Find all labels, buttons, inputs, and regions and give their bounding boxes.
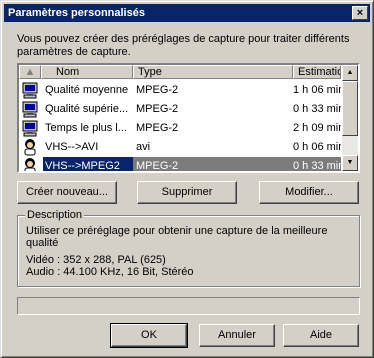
presets-list[interactable]: ▲ Nom Type Estimation Qualité moyenne MP… <box>17 63 360 173</box>
column-estimation[interactable]: Estimation <box>293 65 341 79</box>
description-label: Description <box>25 209 85 221</box>
computer-icon <box>21 119 41 138</box>
item-type: MPEG-2 <box>136 103 179 115</box>
description-text: Utiliser ce préréglage pour obtenir une … <box>26 225 328 249</box>
title-bar[interactable]: Paramètres personnalisés × <box>4 4 370 22</box>
list-header: ▲ Nom Type Estimation <box>19 65 341 79</box>
progress-bar <box>17 297 360 315</box>
vertical-scrollbar[interactable]: ▲ ▼ <box>342 65 358 171</box>
column-name[interactable]: Nom <box>41 65 133 79</box>
item-name: VHS-->MPEG2 <box>43 157 134 171</box>
item-type: avi <box>136 141 151 153</box>
window-title: Paramètres personnalisés <box>8 7 145 19</box>
close-button[interactable]: × <box>352 6 368 20</box>
column-type[interactable]: Type <box>133 65 293 79</box>
item-name: VHS-->AVI <box>45 141 99 153</box>
person-icon <box>21 138 41 157</box>
audio-spec: Audio : 44.100 KHz, 16 Bit, Stéréo <box>26 266 194 278</box>
dialog-window: Paramètres personnalisés × Vous pouvez c… <box>0 0 374 358</box>
item-name: Qualité moyenne <box>45 84 129 96</box>
person-icon <box>21 157 41 171</box>
video-spec: Vidéo : 352 x 288, PAL (625) <box>26 254 166 266</box>
scroll-up-icon[interactable]: ▲ <box>342 65 358 81</box>
scroll-down-icon[interactable]: ▼ <box>342 155 358 171</box>
item-estimation: 0 h 33 min <box>293 157 341 171</box>
intro-text: Vous pouvez créer des préréglages de cap… <box>17 33 350 58</box>
create-new-button[interactable]: Créer nouveau... <box>17 181 117 204</box>
item-type: MPEG-2 <box>136 122 179 134</box>
item-estimation: 1 h 06 min <box>293 84 341 96</box>
list-item[interactable]: Temps le plus l... MPEG-2 2 h 09 min <box>19 119 341 138</box>
list-item-selected[interactable]: VHS-->MPEG2 MPEG-2 0 h 33 min <box>19 157 341 171</box>
computer-icon <box>21 81 41 100</box>
computer-icon <box>21 100 41 119</box>
item-name: Temps le plus l... <box>45 122 127 134</box>
item-type: MPEG-2 <box>136 84 179 96</box>
item-estimation: 2 h 09 min <box>293 122 341 134</box>
list-item[interactable]: Qualité moyenne MPEG-2 1 h 06 min <box>19 81 341 100</box>
sort-arrow-icon[interactable]: ▲ <box>19 65 41 79</box>
item-estimation: 0 h 06 min <box>293 141 341 153</box>
scroll-thumb[interactable] <box>342 81 358 136</box>
item-name: Qualité supérie... <box>45 103 129 115</box>
list-item[interactable]: VHS-->AVI avi 0 h 06 min <box>19 138 341 157</box>
help-button[interactable]: Aide <box>283 324 359 347</box>
delete-button[interactable]: Supprimer <box>137 181 237 204</box>
list-item[interactable]: Qualité supérie... MPEG-2 0 h 33 min <box>19 100 341 119</box>
item-estimation: 0 h 33 min <box>293 103 341 115</box>
ok-button[interactable]: OK <box>110 323 188 348</box>
item-type: MPEG-2 <box>133 157 293 171</box>
modify-button[interactable]: Modifier... <box>259 181 359 204</box>
description-group: Description Utiliser ce préréglage pour … <box>17 209 360 287</box>
cancel-button[interactable]: Annuler <box>199 324 275 347</box>
